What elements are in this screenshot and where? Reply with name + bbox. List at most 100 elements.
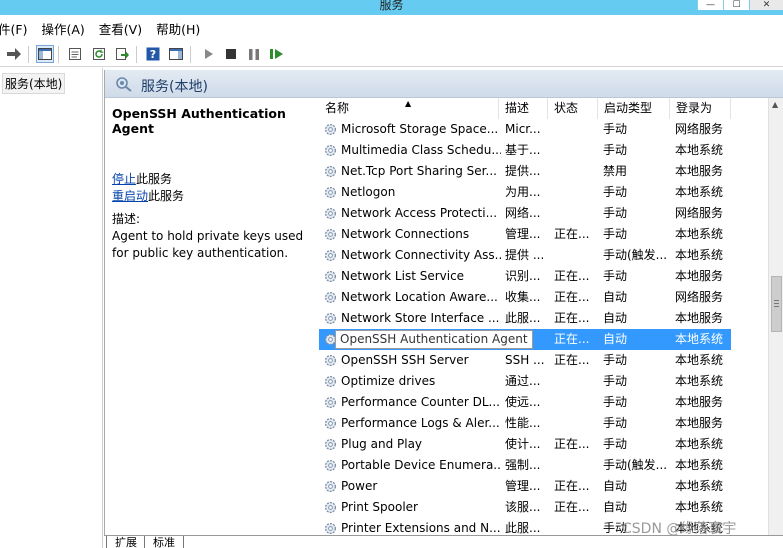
toolbar-divider bbox=[190, 46, 191, 63]
pane-header: 服务(本地) bbox=[105, 70, 783, 98]
menu-view[interactable]: 查看(V) bbox=[99, 19, 142, 38]
restart-service-link[interactable]: 重启动 bbox=[112, 189, 148, 203]
toolbar-divider bbox=[28, 46, 29, 63]
help-button[interactable]: ? bbox=[144, 45, 162, 63]
description-text: Agent to hold private keys used for publ… bbox=[112, 229, 304, 260]
service-startup-type-cell: 手动 bbox=[603, 122, 628, 136]
service-gear-icon bbox=[324, 123, 337, 136]
service-status-cell: 正在... bbox=[554, 269, 590, 283]
stop-service-button[interactable] bbox=[222, 45, 240, 63]
service-name-cell: Network Connectivity Ass... bbox=[341, 248, 501, 262]
forward-button[interactable] bbox=[5, 45, 23, 63]
service-gear-icon bbox=[324, 501, 337, 514]
service-name-tooltip: OpenSSH Authentication Agent bbox=[335, 330, 533, 349]
menu-file[interactable]: 件(F) bbox=[0, 19, 27, 38]
close-button[interactable]: ✕ bbox=[749, 0, 783, 10]
service-row[interactable]: Network Connectivity Ass... 提供 ... 手动(触发..… bbox=[319, 245, 731, 266]
column-header-name[interactable]: 名称 ▲ bbox=[319, 98, 499, 119]
service-gear-icon bbox=[324, 249, 337, 262]
service-row[interactable]: Performance Logs & Aler... 性能... 手动 本地服务 bbox=[319, 413, 731, 434]
service-startup-type-cell: 手动 bbox=[603, 395, 628, 409]
help-icon: ? bbox=[146, 47, 160, 61]
export-list-button[interactable] bbox=[113, 45, 131, 63]
refresh-icon bbox=[93, 48, 105, 60]
service-row[interactable]: Print Spooler 该服... 正在... 自动 本地系统 bbox=[319, 497, 731, 518]
service-gear-icon bbox=[324, 186, 337, 199]
refresh-button[interactable] bbox=[90, 45, 108, 63]
sort-ascending-icon: ▲ bbox=[405, 99, 412, 108]
show-hide-console-tree-button[interactable] bbox=[36, 45, 54, 63]
service-name-cell: Net.Tcp Port Sharing Ser... bbox=[341, 164, 497, 178]
service-row[interactable]: Network List Service 识别... 正在... 手动 本地服务 bbox=[319, 266, 731, 287]
service-row[interactable]: OpenSSH SSH Server SSH ... 正在... 手动 本地系统 bbox=[319, 350, 731, 371]
column-header-description[interactable]: 描述 bbox=[499, 98, 548, 119]
stop-icon bbox=[226, 49, 236, 59]
service-startup-type-cell: 手动 bbox=[603, 437, 628, 451]
stop-link-suffix: 此服务 bbox=[136, 172, 173, 186]
magnifier-gear-icon bbox=[116, 77, 132, 92]
grip-line bbox=[774, 303, 779, 304]
minimize-button[interactable]: — bbox=[697, 0, 723, 10]
service-row[interactable]: Portable Device Enumera... 强制... 手动(触发... 本… bbox=[319, 455, 731, 476]
service-logon-cell: 本地系统 bbox=[675, 353, 724, 367]
show-action-pane-button[interactable] bbox=[167, 45, 185, 63]
tree-item-services-local[interactable]: 服务(本地) bbox=[2, 73, 66, 94]
service-description-cell: 管理... bbox=[505, 479, 541, 493]
service-status-cell: 正在... bbox=[554, 437, 590, 451]
service-row[interactable]: Network Access Protecti... 网络... 手动 网络服务 bbox=[319, 203, 731, 224]
service-gear-icon bbox=[324, 375, 337, 388]
service-row[interactable]: Optimize drives 通过... 手动 本地系统 bbox=[319, 371, 731, 392]
restart-link-suffix: 此服务 bbox=[148, 189, 185, 203]
menu-action[interactable]: 操作(A) bbox=[41, 19, 84, 38]
column-header-log-on-as[interactable]: 登录为 bbox=[670, 98, 731, 119]
service-row[interactable]: Net.Tcp Port Sharing Ser... 提供... 禁用 本地服务 bbox=[319, 161, 731, 182]
resume-icon bbox=[270, 49, 283, 59]
service-row[interactable]: Performance Counter DL... 使远... 手动 本地服务 bbox=[319, 392, 731, 413]
service-gear-icon bbox=[324, 396, 337, 409]
scrollbar-thumb[interactable] bbox=[771, 276, 782, 332]
service-row[interactable]: Power 管理... 正在... 自动 本地系统 bbox=[319, 476, 731, 497]
restart-line: 重启动此服务 bbox=[112, 187, 184, 204]
service-row[interactable]: Multimedia Class Schedu... 基于... 手动 本地系统 bbox=[319, 140, 731, 161]
service-row[interactable]: Plug and Play 使计... 正在... 手动 本地系统 bbox=[319, 434, 731, 455]
tab-extended[interactable]: 扩展 bbox=[106, 536, 146, 548]
vertical-scrollbar[interactable]: ▲ bbox=[768, 98, 783, 540]
maximize-button[interactable]: ☐ bbox=[723, 0, 749, 10]
service-status-cell: 正在... bbox=[554, 311, 590, 325]
service-description-cell: 此服... bbox=[505, 311, 541, 325]
service-gear-icon bbox=[324, 417, 337, 430]
column-header-startup-type[interactable]: 启动类型 bbox=[598, 98, 670, 119]
service-name-cell: Performance Counter DL... bbox=[341, 395, 500, 409]
service-row[interactable]: Network Connections 管理... 正在... 手动 本地系统 bbox=[319, 224, 731, 245]
service-description-cell: 强制... bbox=[505, 458, 541, 472]
service-row[interactable]: Network Location Aware... 收集... 正在... 自动 网络服… bbox=[319, 287, 731, 308]
service-logon-cell: 本地系统 bbox=[675, 479, 724, 493]
service-gear-icon bbox=[324, 270, 337, 283]
play-icon bbox=[205, 49, 213, 59]
service-gear-icon bbox=[324, 291, 337, 304]
service-description-cell: 该服... bbox=[505, 500, 541, 514]
service-row[interactable]: Network Store Interface ... 此服... 正在... 自动 本… bbox=[319, 308, 731, 329]
column-header-status[interactable]: 状态 bbox=[548, 98, 598, 119]
tab-standard[interactable]: 标准 bbox=[144, 536, 184, 548]
stop-service-link[interactable]: 停止 bbox=[112, 172, 136, 186]
service-gear-icon bbox=[324, 312, 337, 325]
properties-button[interactable] bbox=[66, 45, 84, 63]
service-name-cell: Network Store Interface ... bbox=[341, 311, 500, 325]
restart-service-button[interactable] bbox=[268, 45, 286, 63]
service-description-cell: 基于... bbox=[505, 143, 541, 157]
start-service-button[interactable] bbox=[200, 45, 218, 63]
service-startup-type-cell: 自动 bbox=[603, 311, 628, 325]
scroll-up-arrow-icon[interactable]: ▲ bbox=[772, 100, 778, 109]
menu-help[interactable]: 帮助(H) bbox=[156, 19, 200, 38]
pause-service-button[interactable] bbox=[245, 45, 263, 63]
services-list: 名称 ▲ 描述 状态 启动类型 登录为 Microsoft Storage Sp… bbox=[319, 98, 768, 540]
service-startup-type-cell: 自动 bbox=[603, 332, 628, 346]
service-row[interactable]: Netlogon 为用... 手动 本地系统 bbox=[319, 182, 731, 203]
service-gear-icon bbox=[324, 228, 337, 241]
service-row[interactable]: Microsoft Storage Space... Micr... 手动 网络服务 bbox=[319, 119, 731, 140]
service-row-selected[interactable]: OpenSSH Authentication Agent...正在...自动本地… bbox=[319, 329, 731, 350]
service-description-cell: 通过... bbox=[505, 374, 541, 388]
service-description-cell: 提供 ... bbox=[505, 248, 545, 262]
pane-title: 服务(本地) bbox=[141, 79, 208, 95]
